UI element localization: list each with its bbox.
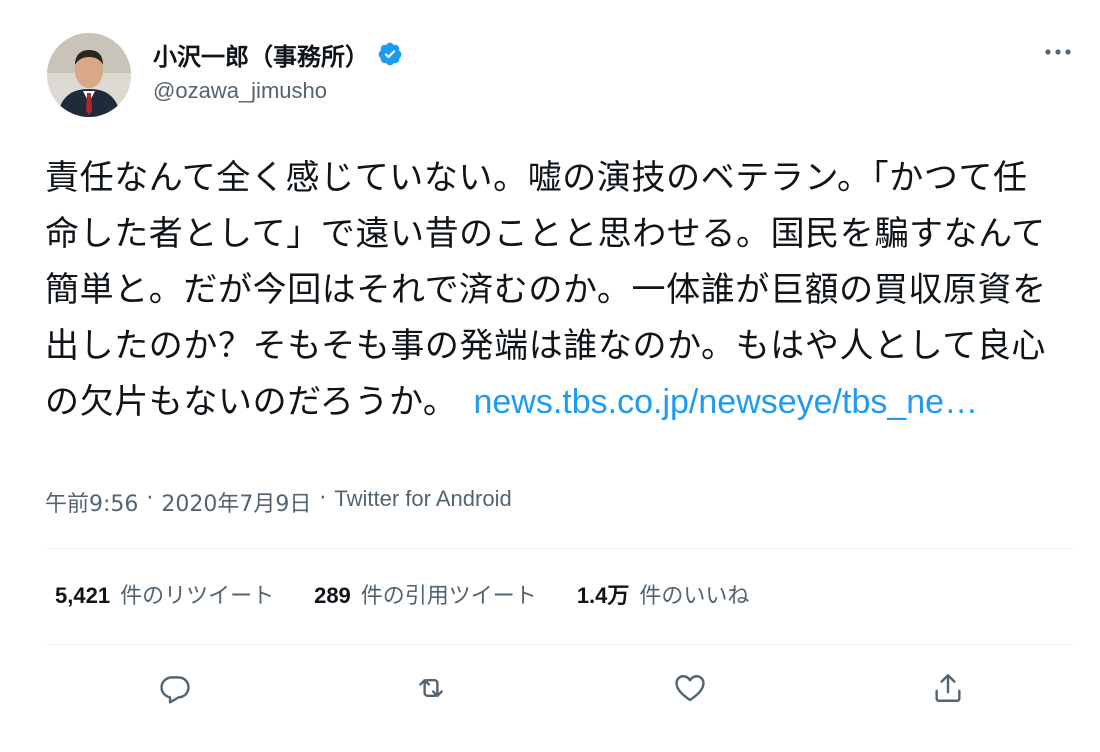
retweet-count-number: 5,421 [55,583,111,608]
tweet-metadata: 午前9:56 · 2020年7月9日 · Twitter for Android [45,486,512,518]
like-count[interactable]: 1.4万 件のいいね [577,578,750,610]
retweet-count-label: 件のリツイート [120,584,275,609]
like-count-label: 件のいいね [639,584,750,609]
engagement-stats: 5,421 件のリツイート 289 件の引用ツイート 1.4万 件のいいね [55,578,789,610]
share-button[interactable] [924,664,972,712]
tweet-source[interactable]: Twitter for Android [334,486,511,518]
meta-separator: · [146,486,154,511]
verified-badge-icon [378,42,402,66]
avatar-photo [47,33,131,117]
divider [45,548,1075,549]
more-options-icon[interactable] [1040,40,1076,64]
meta-separator: · [319,486,327,511]
quote-count[interactable]: 289 件の引用ツイート [314,578,537,610]
display-name[interactable]: 小沢一郎（事務所） [153,37,369,72]
avatar[interactable] [47,33,131,117]
author-handle[interactable]: @ozawa_jimusho [153,78,327,104]
reply-icon [160,676,190,704]
divider [45,644,1075,645]
tweet-link[interactable]: news.tbs.co.jp/newseye/tbs_ne… [473,383,978,421]
quote-count-number: 289 [314,583,351,608]
reply-button[interactable] [151,664,199,712]
retweet-button[interactable] [407,664,455,712]
tweet-text: 責任なんて全く感じていない。嘘の演技のベテラン。「かつて任命した者として」で遠い… [45,150,1055,430]
like-count-number: 1.4万 [576,583,630,608]
like-button[interactable] [666,664,714,712]
retweet-count[interactable]: 5,421 件のリツイート [55,578,274,610]
quote-count-label: 件の引用ツイート [360,584,537,609]
tweet-date[interactable]: 2020年7月9日 [161,486,311,518]
heart-icon [675,675,705,702]
tweet-time[interactable]: 午前9:56 [45,486,138,518]
author-name-row: 小沢一郎（事務所） [153,36,403,72]
tweet-actions [45,664,1075,714]
share-icon [935,674,961,702]
retweet-icon [419,679,443,697]
